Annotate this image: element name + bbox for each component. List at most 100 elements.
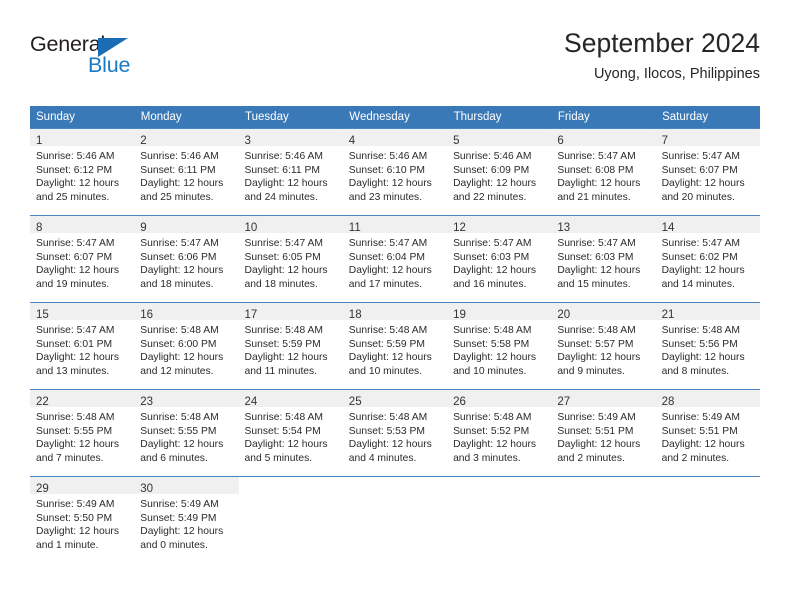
calendar-day-cell[interactable]: 12 Sunrise: 5:47 AM Sunset: 6:03 PM Dayligh…	[447, 215, 552, 303]
daylight-text-line1: Daylight: 12 hours	[140, 439, 224, 451]
day-detail-block: Sunrise: 5:48 AM Sunset: 5:57 PM Daylight:…	[551, 320, 655, 378]
calendar-day-cell[interactable]: 17 Sunrise: 5:48 AM Sunset: 5:59 PM Dayligh…	[238, 302, 343, 390]
day-number-band: 20	[551, 303, 656, 321]
calendar-day-cell[interactable]: 20 Sunrise: 5:48 AM Sunset: 5:57 PM Dayligh…	[551, 302, 656, 390]
calendar-day-cell[interactable]: 5 Sunrise: 5:46 AM Sunset: 6:09 PM Daylight…	[447, 128, 552, 216]
daylight-text-line1: Daylight: 12 hours	[348, 265, 432, 277]
sunrise-text: Sunrise: 5:49 AM	[140, 499, 219, 510]
sunrise-text: Sunrise: 5:47 AM	[557, 151, 636, 162]
day-number-band: 24	[238, 390, 343, 408]
calendar-day-cell[interactable]: 29 Sunrise: 5:49 AM Sunset: 5:50 PM Dayligh…	[30, 476, 135, 563]
sunrise-text: Sunrise: 5:46 AM	[36, 151, 115, 162]
day-detail-block: Sunrise: 5:48 AM Sunset: 5:55 PM Daylight:…	[30, 407, 134, 465]
daylight-text-line1: Daylight: 12 hours	[557, 439, 641, 451]
sunset-text: Sunset: 6:05 PM	[244, 251, 321, 263]
daylight-text-line2: and 12 minutes.	[140, 365, 214, 377]
day-number-band: 14	[655, 216, 760, 234]
brand-word-blue: Blue	[88, 53, 131, 77]
day-detail-block: Sunrise: 5:46 AM Sunset: 6:09 PM Daylight:…	[447, 146, 551, 204]
daylight-text-line1: Daylight: 12 hours	[348, 439, 432, 451]
day-number: 10	[244, 222, 258, 234]
daylight-text-line1: Daylight: 12 hours	[661, 178, 745, 190]
sunset-text: Sunset: 6:11 PM	[244, 164, 320, 176]
calendar-day-cell[interactable]: 16 Sunrise: 5:48 AM Sunset: 6:00 PM Dayligh…	[134, 302, 239, 390]
calendar-day-cell[interactable]: 25 Sunrise: 5:48 AM Sunset: 5:53 PM Dayligh…	[342, 389, 448, 477]
day-number-band	[342, 477, 448, 494]
sunset-text: Sunset: 6:06 PM	[140, 251, 217, 263]
calendar-day-cell[interactable]: 9 Sunrise: 5:47 AM Sunset: 6:06 PM Daylight…	[134, 215, 239, 303]
calendar-day-cell[interactable]: 30 Sunrise: 5:49 AM Sunset: 5:49 PM Dayligh…	[134, 476, 239, 563]
daylight-text-line2: and 9 minutes.	[557, 365, 625, 377]
day-number: 4	[348, 135, 356, 147]
sunset-text: Sunset: 5:59 PM	[244, 338, 321, 350]
day-number: 26	[453, 396, 466, 408]
sunset-text: Sunset: 5:59 PM	[348, 338, 425, 350]
day-number: 16	[140, 309, 154, 321]
calendar-week-row: 22 Sunrise: 5:48 AM Sunset: 5:55 PM Dayligh…	[30, 389, 760, 477]
calendar-day-cell[interactable]: 15 Sunrise: 5:47 AM Sunset: 6:01 PM Dayligh…	[30, 302, 135, 390]
calendar-body: 1 Sunrise: 5:46 AM Sunset: 6:12 PM Daylight…	[30, 128, 760, 563]
calendar-day-cell[interactable]: 28 Sunrise: 5:49 AM Sunset: 5:51 PM Dayligh…	[655, 389, 760, 477]
calendar-day-cell[interactable]: 24 Sunrise: 5:48 AM Sunset: 5:54 PM Dayligh…	[238, 389, 343, 477]
calendar-day-cell[interactable]: 22 Sunrise: 5:48 AM Sunset: 5:55 PM Dayligh…	[30, 389, 135, 477]
sunrise-text: Sunrise: 5:48 AM	[557, 325, 636, 336]
calendar-day-cell[interactable]: 3 Sunrise: 5:46 AM Sunset: 6:11 PM Daylight…	[238, 128, 343, 216]
calendar-day-cell[interactable]: 2 Sunrise: 5:46 AM Sunset: 6:11 PM Daylight…	[134, 128, 239, 216]
day-number-band	[655, 477, 760, 494]
brand-logo[interactable]: General Blue	[30, 33, 230, 94]
day-detail-block: Sunrise: 5:46 AM Sunset: 6:12 PM Daylight:…	[30, 146, 134, 204]
calendar-week-row: 29 Sunrise: 5:49 AM Sunset: 5:50 PM Dayligh…	[30, 476, 760, 563]
calendar-day-cell[interactable]: 1 Sunrise: 5:46 AM Sunset: 6:12 PM Daylight…	[30, 128, 135, 216]
day-number-band: 21	[655, 303, 760, 321]
day-detail-block: Sunrise: 5:48 AM Sunset: 5:58 PM Daylight:…	[447, 320, 551, 378]
day-detail-block: Sunrise: 5:48 AM Sunset: 5:52 PM Daylight:…	[447, 407, 551, 465]
sunset-text: Sunset: 5:57 PM	[557, 338, 634, 350]
calendar-day-cell[interactable]: 7 Sunrise: 5:47 AM Sunset: 6:07 PM Daylight…	[655, 128, 760, 216]
day-number-band: 12	[447, 216, 552, 234]
calendar-day-cell[interactable]: 13 Sunrise: 5:47 AM Sunset: 6:03 PM Dayligh…	[551, 215, 656, 303]
sunset-text: Sunset: 6:12 PM	[36, 164, 113, 176]
calendar-day-cell[interactable]: 18 Sunrise: 5:48 AM Sunset: 5:59 PM Dayligh…	[342, 302, 448, 390]
day-number: 9	[140, 222, 147, 234]
day-number-band: 25	[342, 390, 448, 408]
calendar-day-cell[interactable]: 26 Sunrise: 5:48 AM Sunset: 5:52 PM Dayligh…	[447, 389, 552, 477]
calendar-day-cell[interactable]: 19 Sunrise: 5:48 AM Sunset: 5:58 PM Dayligh…	[447, 302, 552, 390]
sunset-text: Sunset: 5:51 PM	[557, 425, 634, 437]
daylight-text-line2: and 6 minutes.	[140, 452, 208, 464]
sunrise-text: Sunrise: 5:46 AM	[348, 151, 428, 162]
daylight-text-line2: and 11 minutes.	[244, 365, 318, 377]
day-number-band: 11	[342, 216, 448, 234]
calendar-day-cell[interactable]: 14 Sunrise: 5:47 AM Sunset: 6:02 PM Dayligh…	[655, 215, 760, 303]
sunset-text: Sunset: 5:50 PM	[36, 512, 113, 524]
daylight-text-line1: Daylight: 12 hours	[661, 265, 745, 277]
day-number: 27	[557, 396, 571, 408]
sunrise-text: Sunrise: 5:46 AM	[244, 151, 323, 162]
calendar-day-cell[interactable]: 23 Sunrise: 5:48 AM Sunset: 5:55 PM Dayligh…	[134, 389, 239, 477]
calendar-day-cell[interactable]: 8 Sunrise: 5:47 AM Sunset: 6:07 PM Daylight…	[30, 215, 135, 303]
daylight-text-line2: and 2 minutes.	[661, 452, 730, 464]
sunrise-text: Sunrise: 5:49 AM	[557, 412, 636, 423]
day-number-band: 5	[447, 129, 552, 147]
day-number: 18	[348, 309, 362, 321]
weekday-header-tuesday: Tuesday	[238, 106, 344, 129]
daylight-text-line2: and 25 minutes.	[36, 191, 110, 203]
calendar-day-cell[interactable]: 4 Sunrise: 5:46 AM Sunset: 6:10 PM Daylight…	[342, 128, 448, 216]
calendar-day-cell[interactable]: 10 Sunrise: 5:47 AM Sunset: 6:05 PM Dayligh…	[238, 215, 343, 303]
day-number-band: 6	[551, 129, 656, 147]
day-detail-block: Sunrise: 5:47 AM Sunset: 6:05 PM Daylight:…	[239, 233, 343, 291]
calendar-day-cell[interactable]: 11 Sunrise: 5:47 AM Sunset: 6:04 PM Dayligh…	[342, 215, 448, 303]
daylight-text-line1: Daylight: 12 hours	[36, 526, 119, 538]
sunrise-text: Sunrise: 5:48 AM	[36, 412, 115, 423]
day-number-band: 8	[30, 216, 135, 234]
daylight-text-line2: and 21 minutes.	[557, 191, 631, 203]
day-number-band	[447, 477, 552, 494]
day-number-band	[238, 477, 343, 494]
daylight-text-line1: Daylight: 12 hours	[36, 439, 119, 451]
calendar-day-cell[interactable]: 27 Sunrise: 5:49 AM Sunset: 5:51 PM Dayligh…	[551, 389, 656, 477]
calendar-day-cell[interactable]: 6 Sunrise: 5:47 AM Sunset: 6:08 PM Daylight…	[551, 128, 656, 216]
calendar-day-cell[interactable]: 21 Sunrise: 5:48 AM Sunset: 5:56 PM Dayligh…	[655, 302, 760, 390]
day-number-band	[551, 477, 656, 494]
daylight-text-line1: Daylight: 12 hours	[140, 526, 224, 538]
daylight-text-line1: Daylight: 12 hours	[557, 352, 641, 364]
day-number: 19	[453, 309, 466, 321]
